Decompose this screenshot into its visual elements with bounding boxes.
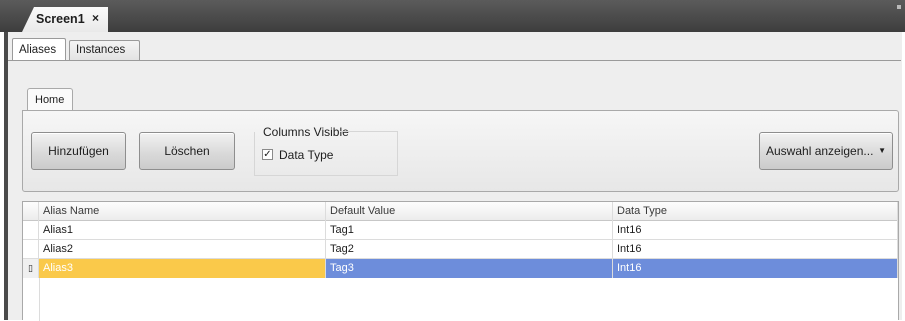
show-selection-button[interactable]: Auswahl anzeigen... ▼ (759, 132, 893, 170)
alias-name-cell[interactable]: Alias1 (39, 221, 326, 240)
header-indicator-cell (23, 202, 39, 221)
dropdown-arrow-icon: ▼ (878, 146, 886, 155)
ribbon-tab-home[interactable]: Home (27, 88, 73, 110)
document-tab-strip: Screen1 × (0, 0, 905, 32)
tab-aliases[interactable]: Aliases (12, 38, 66, 61)
default-value-cell[interactable]: Tag1 (326, 221, 613, 240)
column-header-data-type[interactable]: Data Type (613, 202, 898, 221)
data-type-checkbox-label[interactable]: Data Type (279, 148, 333, 162)
tab-divider (8, 60, 901, 61)
document-tab-screen1[interactable]: Screen1 × (22, 7, 108, 32)
document-tab-label: Screen1 (36, 12, 85, 26)
grid-header-row: Alias Name Default Value Data Type (23, 202, 898, 221)
alias-name-cell[interactable]: Alias2 (39, 240, 326, 259)
show-selection-label: Auswahl anzeigen... (766, 144, 874, 158)
column-header-default-value[interactable]: Default Value (326, 202, 613, 221)
edit-row-icon: ▯ (23, 259, 39, 278)
default-value-cell[interactable]: Tag2 (326, 240, 613, 259)
window-corner-grip (897, 5, 901, 9)
table-row[interactable]: Alias2 Tag2 Int16 (23, 240, 898, 259)
grid-empty-area (23, 278, 40, 321)
data-type-cell[interactable]: Int16 (613, 240, 898, 259)
group-title-divider (340, 131, 398, 132)
row-indicator (23, 240, 39, 259)
alias-name-cell[interactable]: Alias3 (39, 259, 326, 278)
tab-instances[interactable]: Instances (69, 40, 140, 61)
data-type-cell[interactable]: Int16 (613, 221, 898, 240)
columns-visible-title: Columns Visible (263, 125, 349, 139)
add-button[interactable]: Hinzufügen (31, 132, 126, 170)
data-type-cell[interactable]: Int16 (613, 259, 898, 278)
aliases-grid: Alias Name Default Value Data Type Alias… (22, 201, 899, 321)
default-value-cell[interactable]: Tag3 (326, 259, 613, 278)
row-indicator (23, 221, 39, 240)
close-icon[interactable]: × (92, 11, 99, 25)
table-row-selected[interactable]: ▯ Alias3 Tag3 Int16 (23, 259, 898, 278)
delete-button[interactable]: Löschen (139, 132, 235, 170)
table-row[interactable]: Alias1 Tag1 Int16 (23, 221, 898, 240)
column-header-alias-name[interactable]: Alias Name (39, 202, 326, 221)
panel-left-edge (4, 32, 8, 320)
data-type-checkbox[interactable]: ✓ (262, 149, 273, 160)
